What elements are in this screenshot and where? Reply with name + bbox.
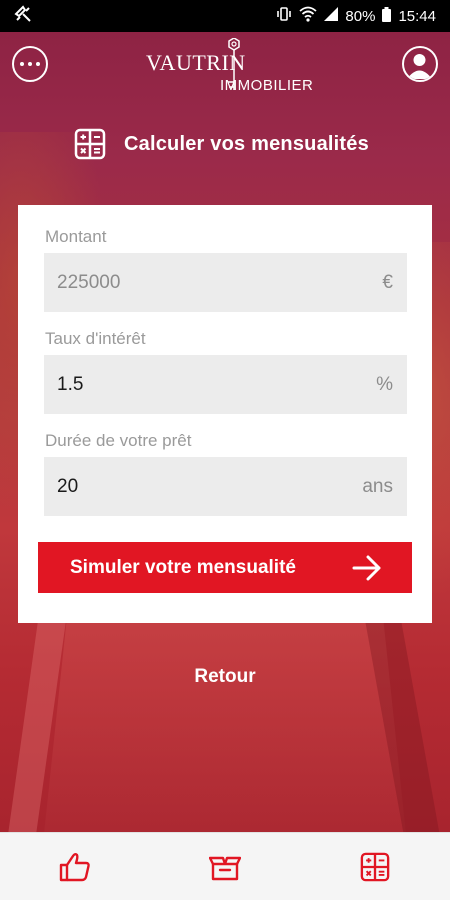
more-menu-button[interactable]	[12, 46, 48, 82]
rate-unit: %	[376, 373, 393, 395]
battery-level: 80%	[345, 7, 376, 25]
wifi-icon	[299, 6, 318, 26]
dot	[20, 62, 24, 66]
arrow-right-icon	[352, 555, 381, 580]
vibrate-icon	[276, 6, 292, 26]
rate-value: 1.5	[57, 373, 84, 395]
loan-calculator-form: Montant 225000 € Taux d'intérêt 1.5 % Du…	[18, 205, 432, 623]
page-heading: Calculer vos mensualités	[74, 128, 369, 160]
amount-value: 225000	[57, 271, 121, 293]
nav-listings[interactable]	[195, 842, 255, 892]
profile-button[interactable]	[402, 46, 438, 82]
amount-label: Montant	[45, 227, 107, 246]
bottom-nav	[0, 832, 450, 900]
duration-label: Durée de votre prêt	[45, 431, 192, 450]
battery-icon	[382, 6, 392, 26]
brand-logo: VAUTRIN IMMOBILIER	[138, 38, 318, 98]
nav-calculator[interactable]	[345, 842, 405, 892]
rate-label: Taux d'intérêt	[45, 329, 146, 348]
amount-input[interactable]: 225000 €	[44, 253, 407, 312]
clock: 15:44	[398, 7, 436, 25]
duration-input[interactable]: 20 ans	[44, 457, 407, 516]
dot	[36, 62, 40, 66]
rate-input[interactable]: 1.5 %	[44, 355, 407, 414]
calculator-icon	[360, 852, 390, 881]
dot	[28, 62, 32, 66]
simulate-button-label: Simuler votre mensualité	[70, 556, 296, 578]
status-bar: 80% 15:44	[0, 0, 450, 32]
pool	[40, 592, 410, 832]
calculator-icon	[74, 128, 106, 160]
open-box-icon	[209, 856, 241, 880]
nav-favorites[interactable]	[45, 842, 105, 892]
notification-icon	[14, 5, 32, 27]
thumbs-up-icon	[59, 852, 90, 881]
duration-unit: ans	[362, 475, 393, 497]
signal-icon	[324, 7, 339, 25]
app-header: VAUTRIN IMMOBILIER	[0, 32, 450, 98]
back-link[interactable]: Retour	[0, 666, 450, 688]
duration-value: 20	[57, 475, 79, 497]
amount-unit: €	[382, 271, 393, 293]
simulate-button[interactable]: Simuler votre mensualité	[38, 542, 412, 593]
logo-main-text: VAUTRIN	[146, 50, 246, 75]
page-title: Calculer vos mensualités	[124, 132, 369, 155]
user-icon	[407, 54, 432, 79]
logo-sub-text: IMMOBILIER	[220, 77, 314, 94]
